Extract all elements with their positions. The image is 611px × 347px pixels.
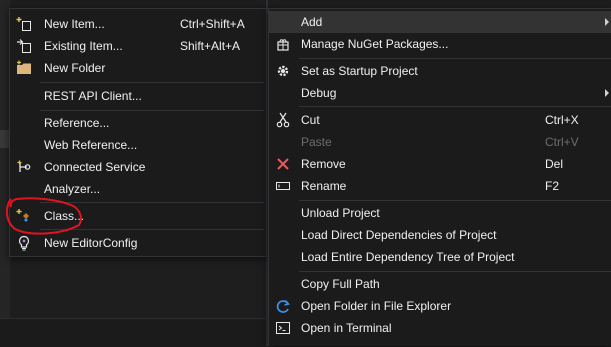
menu-item-label: REST API Client... (44, 89, 142, 103)
menu-separator (299, 58, 611, 59)
menu-item-label: Rename (301, 179, 347, 193)
menu-item-cut[interactable]: Cut Ctrl+X (269, 109, 611, 131)
menu-separator (299, 200, 611, 201)
new-item-icon (16, 16, 32, 32)
submenu-arrow-icon (605, 18, 609, 26)
project-context-menu: Add Manage NuGet Packages... Set as Star… (268, 8, 611, 346)
menu-item-label: Open Folder in File Explorer (301, 299, 452, 313)
menu-item-shortcut: Del (545, 157, 564, 171)
menu-item-paste[interactable]: Paste Ctrl+V (269, 131, 611, 153)
menu-item-label: Set as Startup Project (301, 64, 418, 78)
menu-separator (40, 82, 264, 83)
menu-item-shortcut: Ctrl+V (545, 135, 579, 149)
menu-item-label: New Item... (44, 17, 105, 31)
menu-item-new-folder[interactable]: New Folder (10, 57, 266, 79)
menu-item-shortcut: Ctrl+X (545, 113, 579, 127)
menu-item-connected-service[interactable]: Connected Service (10, 156, 266, 178)
menu-item-load-direct-deps[interactable]: Load Direct Dependencies of Project (269, 224, 611, 246)
folder-icon (16, 60, 32, 76)
connected-service-icon (16, 159, 32, 175)
menu-item-unload-project[interactable]: Unload Project (269, 202, 611, 224)
menu-item-set-startup[interactable]: Set as Startup Project (269, 60, 611, 82)
menu-item-rest-api-client[interactable]: REST API Client... (10, 85, 266, 107)
menu-separator (299, 106, 611, 107)
menu-item-label: New Folder (44, 61, 106, 75)
menu-item-load-dependency-tree[interactable]: Load Entire Dependency Tree of Project (269, 246, 611, 268)
menu-item-debug[interactable]: Debug (269, 82, 611, 104)
menu-separator (299, 271, 611, 272)
menu-item-label: Add (301, 15, 323, 29)
menu-item-label: Manage NuGet Packages... (301, 37, 449, 51)
menu-item-label: Open in Terminal (301, 321, 392, 335)
menu-item-add[interactable]: Add (269, 11, 611, 33)
menu-item-remove[interactable]: Remove Del (269, 153, 611, 175)
nuget-icon (275, 36, 291, 52)
menu-item-rename[interactable]: Rename F2 (269, 175, 611, 197)
open-folder-icon (275, 298, 291, 314)
menu-item-shortcut: F2 (545, 179, 560, 193)
menu-item-web-reference[interactable]: Web Reference... (10, 134, 266, 156)
menu-item-label: Cut (301, 113, 320, 127)
submenu-arrow-icon (605, 89, 609, 97)
menu-item-label: Reference... (44, 116, 110, 130)
menu-item-label: Paste (301, 135, 332, 149)
gear-icon (275, 63, 291, 79)
remove-x-icon (275, 156, 291, 172)
menu-item-label: Load Direct Dependencies of Project (301, 228, 497, 242)
menu-separator (40, 110, 264, 111)
menu-item-open-in-terminal[interactable]: Open in Terminal (269, 317, 611, 339)
menu-item-manage-nuget[interactable]: Manage NuGet Packages... (269, 33, 611, 55)
menu-item-new-item[interactable]: New Item... Ctrl+Shift+A (10, 13, 266, 35)
menu-item-label: New EditorConfig (44, 236, 138, 250)
menu-item-copy-full-path[interactable]: Copy Full Path (269, 273, 611, 295)
menu-item-label: Unload Project (301, 206, 380, 220)
menu-item-reference[interactable]: Reference... (10, 112, 266, 134)
menu-item-shortcut: Ctrl+Shift+A (180, 17, 245, 31)
existing-item-icon (16, 38, 32, 54)
menu-item-label: Remove (301, 157, 346, 171)
annotation-circle (5, 197, 82, 235)
menu-item-open-folder[interactable]: Open Folder in File Explorer (269, 295, 611, 317)
menu-item-label: Copy Full Path (301, 277, 380, 291)
menu-item-shortcut: Shift+Alt+A (180, 39, 241, 53)
editorconfig-icon (16, 235, 32, 251)
scissors-icon (275, 112, 291, 128)
menu-item-label: Debug (301, 86, 337, 100)
rename-icon (275, 178, 291, 194)
menu-item-label: Web Reference... (44, 138, 138, 152)
menu-item-label: Connected Service (44, 160, 146, 174)
terminal-icon (275, 320, 291, 336)
menu-item-existing-item[interactable]: Existing Item... Shift+Alt+A (10, 35, 266, 57)
menu-item-label: Existing Item... (44, 39, 123, 53)
ide-status-area (0, 318, 266, 347)
menu-item-label: Load Entire Dependency Tree of Project (301, 250, 515, 264)
